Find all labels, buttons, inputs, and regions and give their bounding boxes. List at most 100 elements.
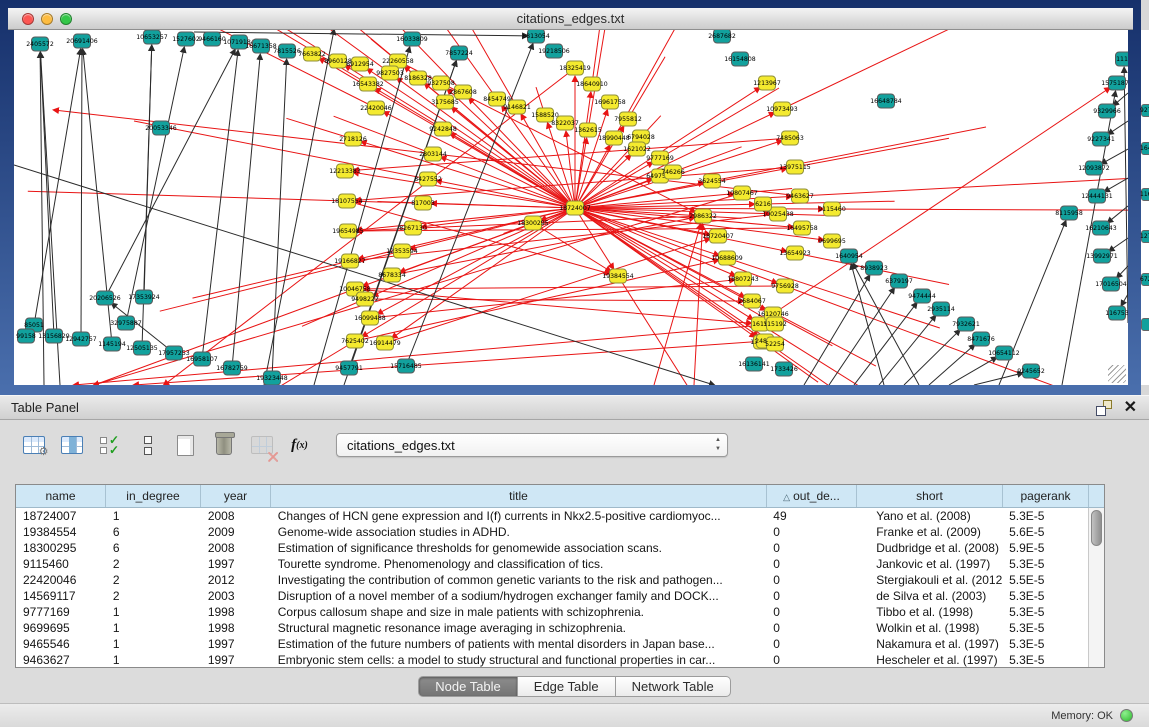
graph-node[interactable]: 7955812: [614, 112, 642, 126]
graph-node[interactable]: 2935114: [927, 302, 955, 316]
close-window-button[interactable]: [22, 13, 34, 25]
float-panel-icon[interactable]: [1096, 400, 1112, 416]
table-row[interactable]: 946554611997Estimation of the future num…: [16, 636, 1088, 652]
graph-node[interactable]: 8471676: [967, 332, 995, 346]
graph-node[interactable]: 10654112: [988, 346, 1020, 360]
column-header-out_de[interactable]: △out_de...: [767, 485, 857, 507]
graph-node[interactable]: 12942757: [65, 332, 97, 346]
minimize-window-button[interactable]: [41, 13, 53, 25]
table-selector-dropdown[interactable]: citations_edges.txt ▲▼: [336, 433, 728, 457]
graph-node[interactable]: 52254: [765, 337, 785, 351]
graph-node[interactable]: 12505135: [126, 341, 158, 355]
table-row[interactable]: 1938455462009Genome-wide association stu…: [16, 524, 1088, 540]
graph-node[interactable]: 10653257: [136, 30, 168, 44]
graph-node[interactable]: 9242848: [429, 122, 457, 136]
graph-node[interactable]: 7663822: [298, 47, 326, 61]
function-builder-icon[interactable]: f(x): [286, 432, 313, 458]
column-visibility-icon[interactable]: [58, 432, 85, 458]
column-header-pagerank[interactable]: pagerank: [1003, 485, 1089, 507]
graph-node[interactable]: 12213383: [329, 164, 361, 178]
graph-node[interactable]: 8938923: [860, 261, 888, 275]
graph-node[interactable]: 2687682: [708, 30, 736, 43]
graph-node[interactable]: 15751874: [1101, 76, 1128, 90]
graph-node[interactable]: 18325419: [559, 61, 591, 75]
graph-node[interactable]: 16782759: [216, 361, 248, 375]
table-row[interactable]: 1872400712008Changes of HCN gene express…: [16, 508, 1088, 524]
graph-node[interactable]: 16136141: [738, 357, 770, 371]
graph-node[interactable]: 8678334: [378, 268, 406, 282]
graph-node[interactable]: 1117: [1116, 52, 1129, 66]
graph-node[interactable]: 7815526: [273, 44, 301, 58]
network-canvas[interactable]: 2405572206914061065325715276029466160107…: [14, 30, 1128, 385]
table-row[interactable]: 1456911722003Disruption of a novel membe…: [16, 588, 1088, 604]
graph-node[interactable]: 9245652: [1017, 364, 1045, 378]
delete-table-icon[interactable]: [210, 432, 237, 458]
graph-node[interactable]: 13992971: [1086, 249, 1118, 263]
graph-node[interactable]: 18107554: [331, 194, 363, 208]
graph-node[interactable]: 18720407: [702, 229, 734, 243]
graph-node[interactable]: 16154808: [724, 52, 756, 66]
graph-node[interactable]: 7625402: [341, 334, 369, 348]
graph-node[interactable]: 99158: [16, 329, 36, 343]
graph-node[interactable]: 17016504: [1095, 277, 1127, 291]
graph-node[interactable]: 22420046: [360, 101, 392, 115]
graph-node[interactable]: 19218506: [538, 44, 570, 58]
close-panel-icon[interactable]: ✕: [1124, 400, 1137, 416]
graph-node[interactable]: 9457791: [335, 361, 363, 375]
table-row[interactable]: 2242004622012Investigating the contribut…: [16, 572, 1088, 588]
graph-node[interactable]: 7932621: [952, 317, 980, 331]
zoom-window-button[interactable]: [60, 13, 72, 25]
graph-node[interactable]: 9466160: [198, 32, 226, 46]
graph-node[interactable]: 16648784: [870, 94, 902, 108]
graph-node[interactable]: 18640910: [576, 77, 608, 91]
graph-node[interactable]: 16543382: [352, 77, 384, 91]
column-header-year[interactable]: year: [201, 485, 271, 507]
column-header-short[interactable]: short: [857, 485, 1003, 507]
graph-node[interactable]: 32975887: [110, 316, 142, 330]
resize-grip[interactable]: [1108, 365, 1126, 383]
graph-node[interactable]: 1145194: [98, 337, 126, 351]
graph-node[interactable]: 20053346: [145, 121, 177, 135]
graph-node[interactable]: 9463627: [786, 189, 814, 203]
graph-node[interactable]: 10688609: [711, 251, 743, 265]
graph-node[interactable]: 3624554: [698, 174, 726, 188]
graph-node[interactable]: [1141, 318, 1149, 331]
graph-node[interactable]: 20206526: [89, 291, 121, 305]
graph-node[interactable]: 12444131: [1081, 189, 1113, 203]
graph-node[interactable]: 9756928: [771, 279, 799, 293]
graph-node[interactable]: 1527602: [172, 32, 200, 46]
graph-node[interactable]: 9699695: [818, 234, 846, 248]
graph-node[interactable]: 16914479: [369, 336, 401, 350]
graph-node[interactable]: 817003: [411, 196, 435, 210]
graph-node[interactable]: 16495758: [786, 221, 818, 235]
column-header-name[interactable]: name: [16, 485, 106, 507]
graph-node[interactable]: 9115460: [818, 202, 846, 216]
row-height-icon[interactable]: [134, 432, 161, 458]
vertical-scrollbar[interactable]: [1088, 508, 1104, 667]
graph-node[interactable]: 15716485: [390, 359, 422, 373]
table-row[interactable]: 969969511998Structural magnetic resonanc…: [16, 620, 1088, 636]
new-table-icon[interactable]: [172, 432, 199, 458]
table-row[interactable]: 1830029562008Estimation of significance …: [16, 540, 1088, 556]
graph-node[interactable]: 115192: [763, 317, 787, 331]
graph-node[interactable]: 2405572: [26, 37, 54, 51]
graph-node[interactable]: 8115958: [1055, 206, 1083, 220]
graph-node[interactable]: 16099488: [354, 311, 386, 325]
graph-node[interactable]: 16961758: [594, 95, 626, 109]
table-row[interactable]: 911546021997Tourette syndrome. Phenomeno…: [16, 556, 1088, 572]
graph-node[interactable]: 12093872: [1078, 161, 1110, 175]
graph-node[interactable]: 7485063: [776, 131, 804, 145]
table-settings-icon[interactable]: ⚙: [20, 432, 47, 458]
graph-node[interactable]: 20691406: [66, 34, 98, 48]
graph-node[interactable]: 19323448: [256, 371, 288, 385]
graph-node[interactable]: 1640954: [835, 249, 863, 263]
column-header-title[interactable]: title: [271, 485, 767, 507]
column-header-in_degree[interactable]: in_degree: [106, 485, 201, 507]
graph-node[interactable]: 8813054: [522, 30, 550, 43]
graph-node[interactable]: 19384554: [602, 269, 634, 283]
graph-node[interactable]: 2718126: [339, 132, 367, 146]
network-window-titlebar[interactable]: citations_edges.txt: [8, 8, 1133, 30]
graph-node[interactable]: 18990448: [598, 131, 630, 145]
graph-node[interactable]: 746266: [661, 165, 685, 179]
graph-node[interactable]: 9474444: [908, 289, 936, 303]
